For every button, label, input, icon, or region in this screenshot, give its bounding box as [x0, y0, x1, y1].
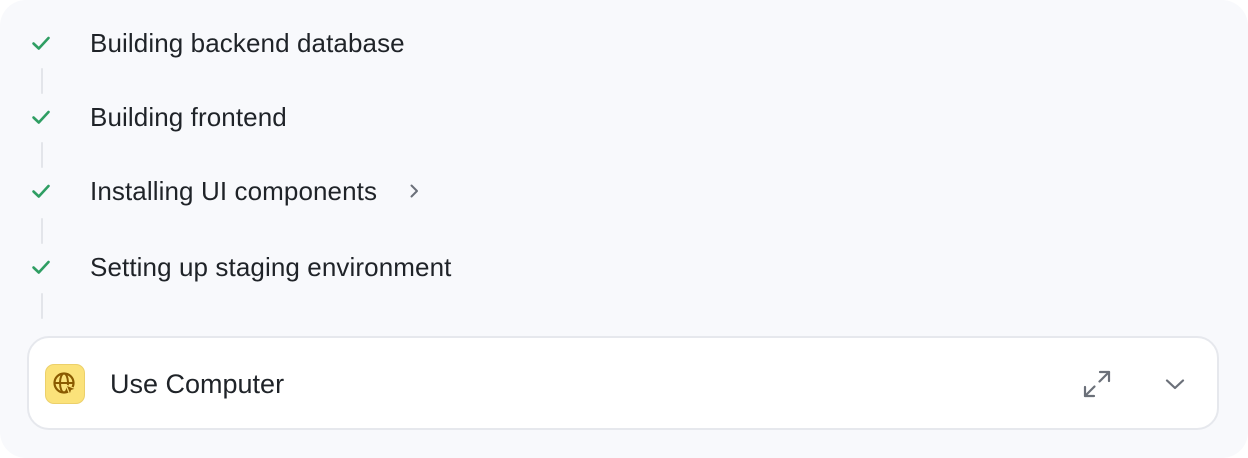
- computer-use-icon: [45, 364, 85, 404]
- step-connector: [41, 68, 43, 94]
- step-label: Installing UI components: [90, 175, 378, 206]
- collapse-button[interactable]: [1157, 366, 1193, 402]
- step-building-frontend: Building frontend: [30, 97, 287, 137]
- step-installing-ui-components[interactable]: Installing UI components: [30, 171, 423, 211]
- check-icon: [30, 106, 52, 128]
- step-label: Setting up staging environment: [90, 251, 452, 282]
- step-connector: [41, 142, 43, 168]
- step-label: Building frontend: [90, 101, 287, 132]
- tool-title: Use Computer: [110, 369, 285, 399]
- step-label: Building backend database: [90, 27, 405, 58]
- check-icon: [30, 180, 52, 202]
- step-connector: [41, 218, 43, 244]
- task-progress-panel: Building backend database Building front…: [0, 0, 1248, 458]
- check-icon: [30, 256, 52, 278]
- use-computer-card[interactable]: Use Computer: [27, 336, 1219, 430]
- expand-icon: [1081, 368, 1113, 400]
- expand-button[interactable]: [1079, 366, 1115, 402]
- check-icon: [30, 32, 52, 54]
- chevron-right-icon[interactable]: [405, 182, 423, 200]
- chevron-down-icon: [1163, 372, 1187, 396]
- step-building-backend-database: Building backend database: [30, 23, 405, 63]
- step-setting-up-staging-environment: Setting up staging environment: [30, 247, 451, 287]
- step-connector: [41, 293, 43, 319]
